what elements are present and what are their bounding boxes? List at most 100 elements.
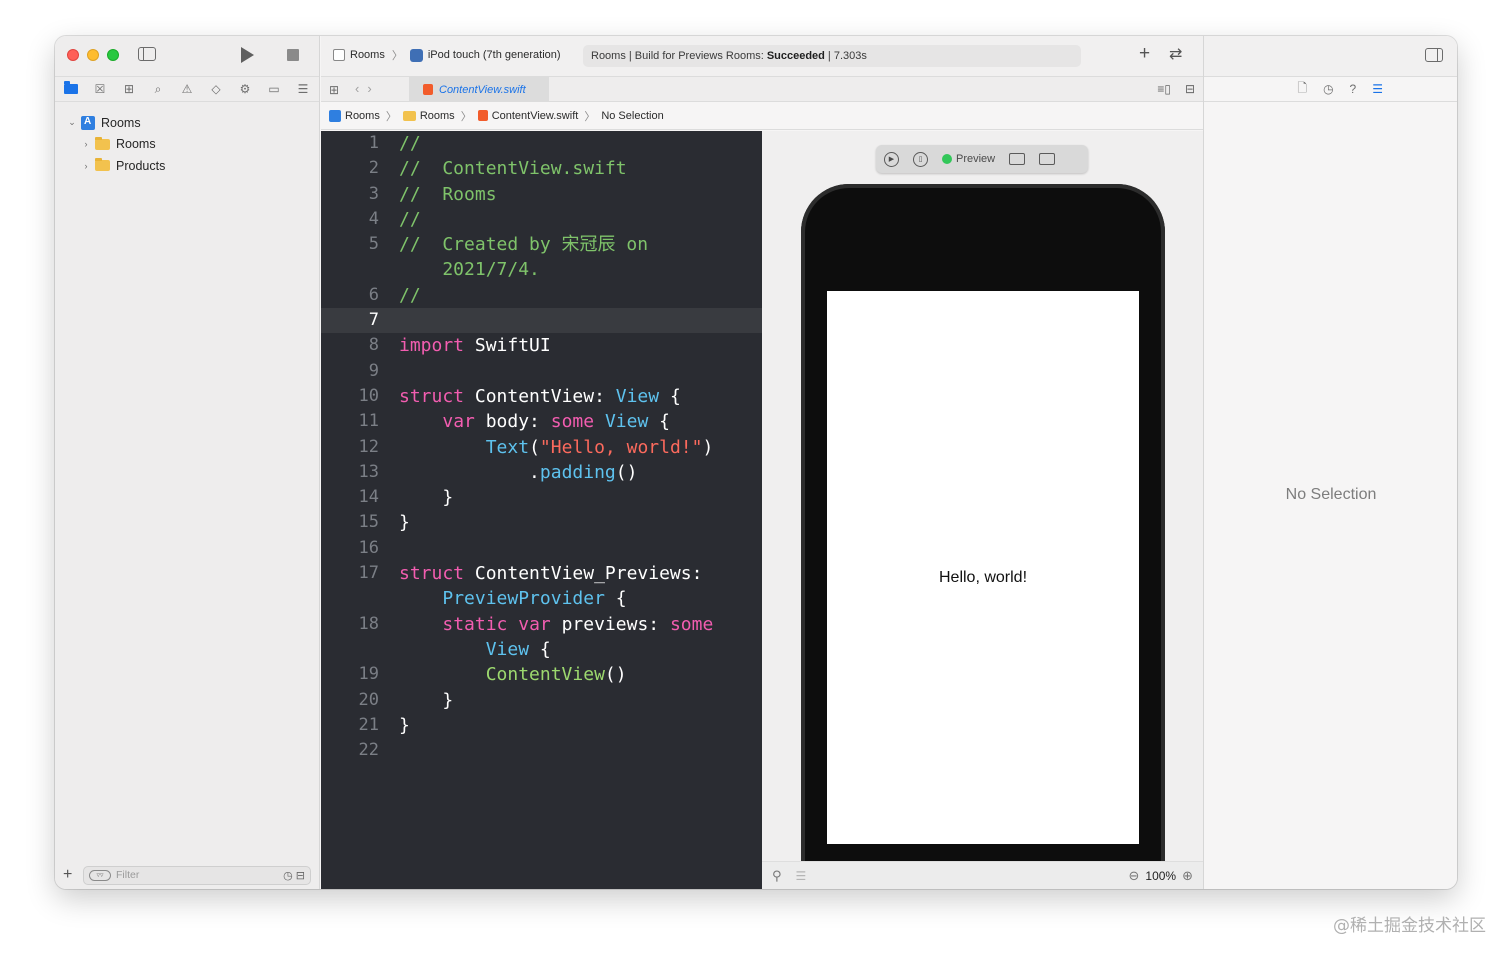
- sidebar-toggle-icon[interactable]: [138, 47, 156, 61]
- code-line[interactable]: 7: [321, 308, 762, 334]
- report-navigator-icon[interactable]: ☰: [295, 81, 311, 97]
- code-line[interactable]: View {: [321, 637, 762, 662]
- code-line[interactable]: 10 struct ContentView: View {: [321, 384, 762, 409]
- code-line[interactable]: 2 // ContentView.swift: [321, 156, 762, 181]
- related-items-icon[interactable]: ⊞: [329, 83, 339, 97]
- source-editor[interactable]: 1 // 2 // ContentView.swift 3 // Rooms 4 // 5 // …: [321, 131, 762, 889]
- jumpbar-project[interactable]: Rooms: [345, 110, 380, 122]
- project-navigator-icon[interactable]: [63, 81, 79, 97]
- minimize-window-button[interactable]: [87, 49, 99, 61]
- window-controls: [67, 49, 119, 61]
- stop-icon[interactable]: [287, 49, 299, 61]
- line-number: 7: [368, 310, 379, 331]
- code-token: // Created by 宋冠辰 on: [399, 234, 649, 256]
- chevron-down-icon[interactable]: ⌄: [67, 117, 77, 128]
- code-line[interactable]: 4 //: [321, 207, 762, 232]
- code-line[interactable]: 2021/7/4.: [321, 257, 762, 282]
- zoom-out-icon[interactable]: ⊖: [1128, 868, 1139, 884]
- forward-arrow-icon[interactable]: ›: [367, 81, 379, 96]
- attributes-inspector-icon[interactable]: ☰: [1372, 82, 1383, 96]
- swap-icon[interactable]: ⇄: [1169, 44, 1182, 64]
- pin-icon[interactable]: ⚲: [772, 868, 782, 884]
- code-line[interactable]: 15}: [321, 510, 762, 535]
- find-navigator-icon[interactable]: ⌕: [150, 81, 166, 97]
- inspector-empty-text: No Selection: [1285, 486, 1377, 503]
- code-line[interactable]: 17 struct ContentView_Previews:: [321, 561, 762, 586]
- code-text: PreviewProvider {: [399, 586, 626, 611]
- preview-mode-button[interactable]: Preview: [942, 153, 995, 165]
- line-number: 14: [358, 487, 379, 508]
- scheme-device[interactable]: iPod touch (7th generation): [428, 49, 561, 61]
- line-number: 16: [358, 537, 379, 558]
- close-window-button[interactable]: [67, 49, 79, 61]
- activity-viewer[interactable]: Rooms | Build for Previews Rooms: Succee…: [583, 45, 1081, 67]
- jumpbar-folder[interactable]: Rooms: [420, 110, 455, 122]
- tab-contentview[interactable]: ContentView.swift: [409, 77, 549, 102]
- device-screen[interactable]: Hello, world!: [827, 291, 1139, 844]
- tree-item-folder[interactable]: › Rooms: [55, 134, 319, 156]
- inspector-tabs: 🗋 ◷ ? ☰: [1204, 76, 1457, 102]
- zoom-window-button[interactable]: [107, 49, 119, 61]
- code-line[interactable]: 22: [321, 738, 762, 763]
- inspect-preview-icon[interactable]: [1009, 153, 1026, 165]
- source-control-navigator-icon[interactable]: ☒: [92, 81, 108, 97]
- code-line[interactable]: 11 var body: some View {: [321, 409, 762, 434]
- code-token: (): [604, 664, 627, 686]
- tree-item-folder[interactable]: › Products: [55, 155, 319, 177]
- zoom-level[interactable]: 100%: [1145, 869, 1176, 883]
- device-frame: Hello, world!: [801, 184, 1165, 884]
- code-line[interactable]: 1 //: [321, 131, 762, 156]
- run-icon[interactable]: [241, 47, 254, 63]
- back-arrow-icon[interactable]: ‹: [355, 81, 367, 96]
- split-editor-icon[interactable]: ⊟: [1185, 82, 1195, 96]
- live-preview-icon[interactable]: ▶: [884, 151, 899, 167]
- add-file-button[interactable]: +: [63, 866, 77, 884]
- code-line[interactable]: 3 // Rooms: [321, 182, 762, 207]
- code-line[interactable]: 16: [321, 536, 762, 561]
- preview-list-icon[interactable]: ☰: [796, 869, 807, 883]
- scheme-project[interactable]: Rooms: [350, 49, 385, 61]
- code-line[interactable]: PreviewProvider {: [321, 586, 762, 611]
- chevron-right-icon[interactable]: ›: [81, 161, 91, 171]
- zoom-in-icon[interactable]: ⊕: [1182, 868, 1193, 884]
- code-line[interactable]: 21}: [321, 713, 762, 738]
- filter-scope-icons[interactable]: ◷ ⊟: [283, 869, 305, 882]
- issue-navigator-icon[interactable]: ⚠: [179, 81, 195, 97]
- duplicate-preview-icon[interactable]: [1039, 153, 1056, 165]
- jumpbar-selection[interactable]: No Selection: [601, 110, 663, 122]
- debug-navigator-icon[interactable]: ⚙: [237, 81, 253, 97]
- code-line[interactable]: 6 //: [321, 283, 762, 308]
- code-line[interactable]: 13 .padding(): [321, 460, 762, 485]
- code-line[interactable]: 12 Text("Hello, world!"): [321, 435, 762, 460]
- adjust-editor-icon[interactable]: ≡▯: [1157, 82, 1171, 96]
- source-control-filter-icon[interactable]: ⊟: [296, 869, 305, 882]
- code-line[interactable]: 19 ContentView(): [321, 662, 762, 687]
- plus-icon[interactable]: +: [1139, 43, 1150, 65]
- code-token: var: [442, 411, 475, 433]
- filter-options-icon[interactable]: ▿▿: [89, 869, 111, 881]
- breakpoint-navigator-icon[interactable]: ▭: [266, 81, 282, 97]
- inspector-toggle-icon[interactable]: [1425, 48, 1443, 62]
- code-line[interactable]: 14 }: [321, 485, 762, 510]
- test-navigator-icon[interactable]: ◇: [208, 81, 224, 97]
- scheme-selector[interactable]: Rooms 〉 iPod touch (7th generation): [333, 47, 561, 63]
- code-line[interactable]: 20 }: [321, 688, 762, 713]
- line-number: 18: [358, 613, 379, 634]
- code-line[interactable]: 5 // Created by 宋冠辰 on: [321, 232, 762, 257]
- code-line[interactable]: 8 import SwiftUI: [321, 333, 762, 358]
- help-inspector-icon[interactable]: ?: [1350, 82, 1357, 96]
- tree-item-project[interactable]: ⌄ Rooms: [55, 112, 319, 134]
- navigator-footer: + ▿▿ Filter ◷ ⊟: [55, 861, 319, 889]
- code-line[interactable]: 9: [321, 359, 762, 384]
- chevron-right-icon[interactable]: ›: [81, 139, 91, 149]
- recent-files-icon[interactable]: ◷: [283, 869, 293, 882]
- symbol-navigator-icon[interactable]: ⊞: [121, 81, 137, 97]
- filter-field[interactable]: ▿▿ Filter ◷ ⊟: [83, 865, 311, 885]
- history-inspector-icon[interactable]: ◷: [1323, 82, 1333, 96]
- jumpbar-file[interactable]: ContentView.swift: [492, 110, 579, 122]
- device-preview-icon[interactable]: ▯: [913, 151, 928, 167]
- file-inspector-icon[interactable]: 🗋: [1297, 79, 1307, 100]
- code-line[interactable]: 18 static var previews: some: [321, 612, 762, 637]
